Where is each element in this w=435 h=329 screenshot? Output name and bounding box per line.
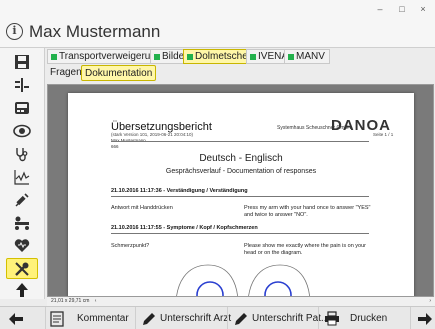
document-version: (stark Version 101, 2019-06-21 20:04:10) bbox=[111, 132, 194, 137]
syringe-button[interactable] bbox=[6, 189, 38, 210]
tab-indicator bbox=[288, 54, 294, 60]
subtab-fragen[interactable]: Fragen bbox=[47, 65, 85, 81]
heart-button[interactable] bbox=[6, 235, 38, 256]
kommentar-button[interactable]: Kommentar bbox=[50, 307, 129, 329]
document-subheading: Gesprächsverlauf - Documentation of resp… bbox=[165, 168, 317, 175]
patient-name: Max Mustermann bbox=[29, 22, 161, 41]
separator bbox=[227, 307, 228, 329]
app-window: – □ × i Max Mustermann Transportverweige… bbox=[0, 0, 435, 329]
divider bbox=[111, 233, 369, 234]
stretcher-button[interactable] bbox=[6, 212, 38, 233]
back-button[interactable] bbox=[8, 307, 24, 329]
document-viewer[interactable]: Übersetzungsbericht (stark Version 101, … bbox=[47, 84, 434, 297]
tab-indicator bbox=[51, 54, 57, 60]
entry-header: 21.10.2016 11:17:36 - Verständigung / Ve… bbox=[111, 188, 248, 194]
language-heading: Deutsch - Englisch bbox=[199, 153, 283, 164]
pen-icon bbox=[143, 312, 155, 325]
arrow-right-icon bbox=[418, 312, 432, 325]
bottom-toolbar: Kommentar Unterschrift Arzt Unterschrift… bbox=[0, 306, 435, 329]
forward-button[interactable] bbox=[417, 307, 433, 329]
scroll-left-icon[interactable]: ‹ bbox=[95, 298, 97, 304]
stethoscope-icon bbox=[16, 147, 28, 161]
tab-manv[interactable]: MANV bbox=[284, 49, 330, 64]
viewer-footer: 21,01 x 29,71 cm ‹ › bbox=[47, 297, 435, 306]
tab-transportverweigerung[interactable]: Transportverweigerung bbox=[47, 49, 167, 64]
pen-icon bbox=[235, 312, 247, 325]
split-view-button[interactable] bbox=[6, 74, 38, 95]
arrow-left-icon bbox=[9, 312, 23, 325]
tab-indicator bbox=[154, 54, 160, 60]
entry-translation: Press my arm with your hand once to answ… bbox=[244, 205, 371, 218]
tools-button[interactable] bbox=[6, 258, 38, 279]
patient-header: i Max Mustermann bbox=[0, 18, 435, 48]
tools-icon bbox=[15, 261, 29, 276]
eye-icon bbox=[13, 124, 31, 137]
comment-icon bbox=[50, 310, 64, 327]
tab-label: MANV bbox=[296, 51, 325, 62]
printer-icon bbox=[325, 311, 339, 326]
divider bbox=[111, 141, 369, 142]
document-patient-id: 666 bbox=[111, 144, 119, 149]
kommentar-label: Kommentar bbox=[77, 313, 129, 324]
ecg-button[interactable] bbox=[6, 166, 38, 187]
split-icon bbox=[15, 77, 29, 92]
monitor-button[interactable] bbox=[6, 97, 38, 118]
heart-icon bbox=[14, 239, 30, 252]
save-button[interactable] bbox=[6, 51, 38, 72]
entry-question: Antwort mit Handdrücken bbox=[111, 205, 173, 211]
monitor-icon bbox=[15, 101, 29, 114]
separator bbox=[318, 307, 319, 329]
scroll-right-icon[interactable]: › bbox=[429, 297, 431, 306]
print-label: Drucken bbox=[350, 313, 388, 324]
separator bbox=[45, 307, 46, 329]
signature-doctor-label: Unterschrift Arzt bbox=[160, 313, 232, 324]
info-icon[interactable]: i bbox=[6, 23, 23, 40]
head-diagram bbox=[176, 264, 310, 296]
page-number: Seite 1 / 1 bbox=[373, 132, 394, 137]
tab-label: Dolmetscher bbox=[195, 51, 252, 62]
document-page: Übersetzungsbericht (stark Version 101, … bbox=[68, 93, 414, 296]
entry-header: 21.10.2016 11:17:55 - Symptome / Kopf / … bbox=[111, 225, 258, 231]
entry-question: Schmerzpunkt? bbox=[111, 243, 150, 249]
signature-patient-button[interactable]: Unterschrift Pat... bbox=[234, 307, 329, 329]
minimize-button[interactable]: – bbox=[372, 2, 388, 16]
save-icon bbox=[15, 54, 29, 69]
subtab-dokumentation[interactable]: Dokumentation bbox=[81, 65, 157, 81]
print-button[interactable]: Drucken bbox=[324, 307, 387, 329]
separator bbox=[135, 307, 136, 329]
arrow-up-icon bbox=[16, 282, 28, 297]
signature-doctor-button[interactable]: Unterschrift Arzt bbox=[142, 307, 231, 329]
scroll-up-button[interactable] bbox=[6, 279, 38, 300]
divider bbox=[111, 196, 369, 197]
tab-indicator bbox=[250, 54, 256, 60]
eye-button[interactable] bbox=[6, 120, 38, 141]
maximize-button[interactable]: □ bbox=[394, 2, 410, 16]
tab-indicator bbox=[187, 54, 193, 60]
syringe-icon bbox=[15, 192, 29, 206]
entry-translation: Please show me exactly where the pain is… bbox=[244, 243, 366, 256]
title-bar: – □ × bbox=[0, 0, 435, 18]
stretcher-icon bbox=[15, 216, 29, 230]
close-button[interactable]: × bbox=[415, 2, 431, 16]
ecg-chart-icon bbox=[14, 169, 30, 185]
stethoscope-button[interactable] bbox=[6, 143, 38, 164]
tab-label: Transportverweigerung bbox=[59, 51, 162, 62]
sidebar bbox=[0, 48, 45, 299]
page-size-label: 21,01 x 29,71 cm bbox=[51, 298, 90, 304]
separator bbox=[410, 307, 411, 329]
